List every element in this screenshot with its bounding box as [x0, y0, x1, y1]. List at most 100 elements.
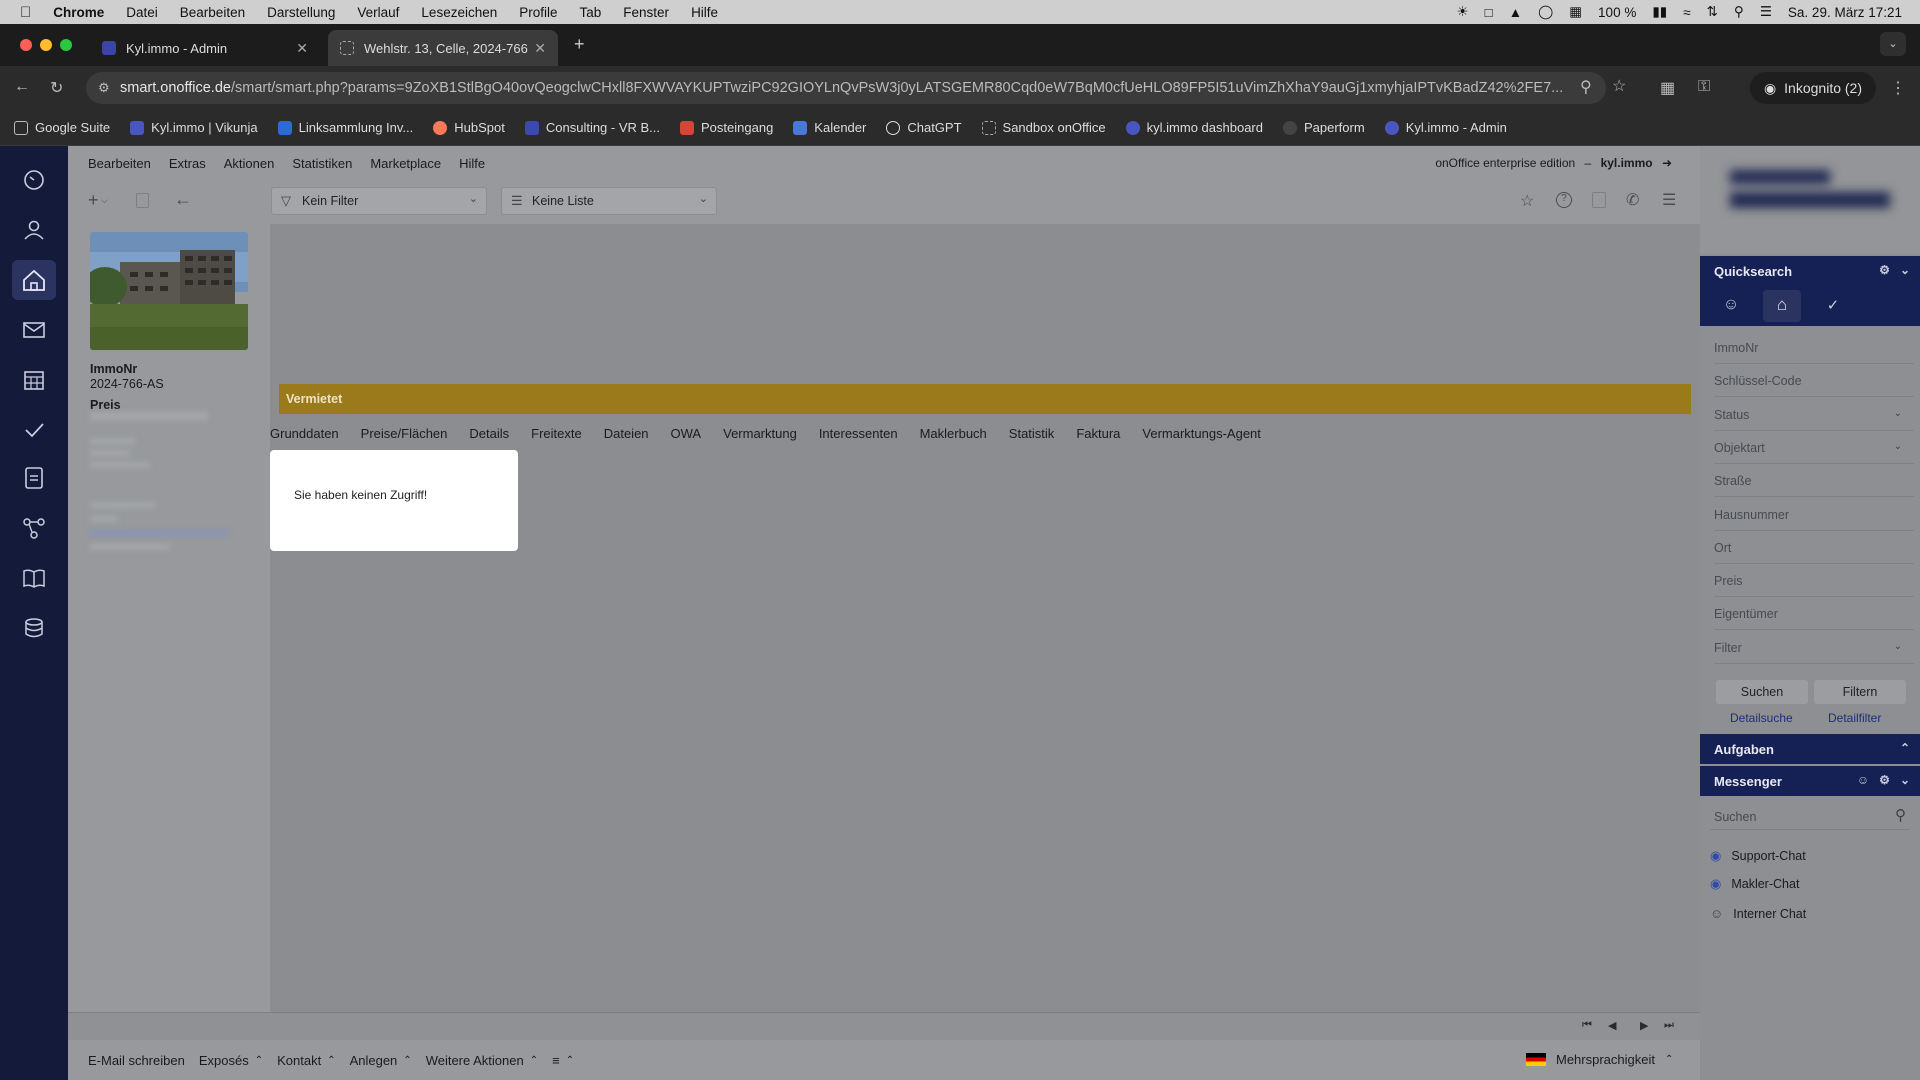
tab-kylimmo-admin[interactable]: Kyl.immo - Admin ✕ [90, 30, 320, 66]
bookmark-sandbox[interactable]: Sandbox onOffice [981, 120, 1106, 135]
email-write-button[interactable]: E-Mail schreiben [88, 1053, 185, 1068]
logout-icon[interactable]: ➜ [1662, 156, 1672, 170]
first-record-icon[interactable]: ⏮ [1582, 1019, 1592, 1032]
tasks-check-icon[interactable] [20, 416, 48, 444]
documents-icon[interactable] [20, 464, 48, 492]
bookmark-star-icon[interactable]: ☆ [1612, 76, 1626, 96]
close-tab-icon[interactable]: ✕ [296, 40, 308, 57]
zoom-window-button[interactable] [60, 39, 72, 51]
menu-hilfe[interactable]: Hilfe [691, 5, 718, 20]
quicksearch-objektart-select[interactable]: Objektart ⌄ [1714, 432, 1914, 464]
quicksearch-schluessel-field[interactable]: Schlüssel-Code [1714, 365, 1914, 397]
bookmark-posteingang[interactable]: Posteingang [680, 120, 773, 135]
aufgaben-header[interactable]: Aufgaben ⌃ [1700, 734, 1920, 764]
layers-button[interactable]: ≡ ⌃ [552, 1053, 574, 1068]
phone-icon[interactable]: ✆ [1626, 190, 1639, 210]
tab-faktura[interactable]: Faktura [1076, 426, 1120, 441]
extension-icon[interactable]: ▦ [1660, 78, 1675, 98]
help-icon[interactable]: ? [1556, 192, 1572, 208]
menu-datei[interactable]: Datei [126, 5, 158, 20]
menu-profile[interactable]: Profile [519, 5, 557, 20]
tab-owa[interactable]: OWA [671, 426, 702, 441]
tab-vermarktung[interactable]: Vermarktung [723, 426, 797, 441]
print-icon[interactable] [1592, 192, 1606, 208]
detailfilter-link[interactable]: Detailfilter [1828, 711, 1881, 725]
bookmark-consulting[interactable]: Consulting - VR B... [524, 120, 660, 135]
contacts-person-icon[interactable]: ☺ [1712, 290, 1750, 322]
bookmark-vikunja[interactable]: Kyl.immo | Vikunja [130, 120, 258, 135]
suchen-button[interactable]: Suchen [1716, 680, 1808, 704]
mail-icon[interactable] [20, 316, 48, 344]
search-icon[interactable]: ⚲ [1895, 806, 1906, 824]
menu-fenster[interactable]: Fenster [623, 5, 669, 20]
wifi-icon[interactable]: ≈ [1683, 5, 1690, 20]
menu-extras[interactable]: Extras [169, 156, 206, 171]
database-icon[interactable] [20, 614, 48, 642]
messenger-search[interactable]: Suchen ⚲ [1710, 800, 1910, 830]
chat-support[interactable]: ◉ Support-Chat [1710, 848, 1806, 864]
quicksearch-ort-field[interactable]: Ort [1714, 532, 1914, 564]
favorite-star-icon[interactable]: ☆ [1520, 191, 1534, 211]
menubar-clock[interactable]: Sa. 29. März 17:21 [1788, 5, 1902, 20]
kontakt-button[interactable]: Kontakt ⌃ [277, 1053, 335, 1068]
chevron-up-icon[interactable]: ⌃ [1900, 741, 1910, 755]
quicksearch-filter-select[interactable]: Filter ⌄ [1714, 632, 1914, 664]
menu-lesezeichen[interactable]: Lesezeichen [421, 5, 497, 20]
calendar-icon[interactable] [20, 366, 48, 394]
bookmark-kalender[interactable]: Kalender [793, 120, 866, 135]
close-tab-icon[interactable]: ✕ [534, 40, 546, 57]
next-record-icon[interactable]: ▶ [1640, 1019, 1648, 1032]
menu-verlauf[interactable]: Verlauf [357, 5, 399, 20]
mouse-icon[interactable]: ◯ [1538, 4, 1553, 20]
quicksearch-header[interactable]: Quicksearch ⚙ ⌄ [1700, 256, 1920, 286]
minimize-window-button[interactable] [40, 39, 52, 51]
reload-icon[interactable]: ↻ [50, 78, 63, 98]
language-button[interactable]: Mehrsprachigkeit ⌃ [1526, 1052, 1673, 1067]
bookmark-dashboard[interactable]: kyl.immo dashboard [1125, 120, 1263, 135]
network-icon[interactable]: ⇅ [1707, 4, 1718, 20]
bookmark-kylimmo-admin[interactable]: Kyl.immo - Admin [1384, 120, 1507, 135]
spotlight-search-icon[interactable]: ⚲ [1734, 4, 1744, 20]
tab-dateien[interactable]: Dateien [604, 426, 649, 441]
previous-record-icon[interactable]: ◀ [1608, 1019, 1616, 1032]
tab-vermarktungs-agent[interactable]: Vermarktungs-Agent [1142, 426, 1261, 441]
new-tab-icon[interactable]: + [574, 34, 585, 55]
menu-bearbeiten[interactable]: Bearbeiten [88, 156, 151, 171]
add-icon[interactable]: + [88, 190, 99, 211]
apple-menu-icon[interactable]:  [20, 4, 31, 21]
add-dropdown-chevron-icon[interactable]: ⌵ [101, 195, 108, 206]
bookmark-google-suite[interactable]: Google Suite [14, 120, 110, 135]
exposes-button[interactable]: Exposés ⌃ [199, 1053, 263, 1068]
zoom-icon[interactable]: ⚲ [1580, 77, 1592, 97]
bookmark-chatgpt[interactable]: ChatGPT [886, 120, 962, 135]
filter-select[interactable]: ▽ Kein Filter ⌄ [271, 187, 487, 215]
tab-wehlstr[interactable]: Wehlstr. 13, Celle, 2024-766 ✕ [328, 30, 558, 66]
quicksearch-strasse-field[interactable]: Straße [1714, 465, 1914, 497]
filtern-button[interactable]: Filtern [1814, 680, 1906, 704]
gear-icon[interactable]: ⚙ [1879, 263, 1890, 277]
chat-intern[interactable]: ☺ Interner Chat [1710, 906, 1806, 921]
incognito-indicator[interactable]: ◉ Inkognito (2) [1749, 72, 1876, 104]
detailsuche-link[interactable]: Detailsuche [1730, 711, 1793, 725]
users-icon[interactable]: ☺ [1857, 773, 1869, 787]
back-icon[interactable]: ← [14, 78, 30, 96]
dashboard-gauge-icon[interactable] [20, 166, 48, 194]
app-status-icon[interactable]: ▲ [1509, 5, 1522, 20]
menu-statistiken[interactable]: Statistiken [292, 156, 352, 171]
tab-search-chevron-icon[interactable]: ⌄ [1880, 32, 1906, 56]
control-center-icon[interactable]: ☰ [1760, 4, 1772, 20]
gear-icon[interactable]: ⚙ [1879, 773, 1890, 787]
menu-aktionen[interactable]: Aktionen [224, 156, 275, 171]
quicksearch-hausnummer-field[interactable]: Hausnummer [1714, 499, 1914, 531]
back-arrow-icon[interactable]: ← [174, 189, 192, 210]
site-info-icon[interactable]: ⚙ [98, 80, 110, 96]
workflow-nodes-icon[interactable] [20, 514, 48, 542]
address-bar[interactable]: ⚙ smart.onoffice.de/smart/smart.php?para… [86, 72, 1606, 104]
menu-hilfe[interactable]: Hilfe [459, 156, 485, 171]
property-photo[interactable] [90, 232, 248, 350]
bookmark-hubspot[interactable]: HubSpot [433, 120, 505, 135]
chevron-down-icon[interactable]: ⌄ [1900, 773, 1910, 787]
quicksearch-immonr-field[interactable]: ImmoNr [1714, 332, 1914, 364]
close-window-button[interactable] [20, 39, 32, 51]
contacts-person-icon[interactable] [20, 216, 48, 244]
